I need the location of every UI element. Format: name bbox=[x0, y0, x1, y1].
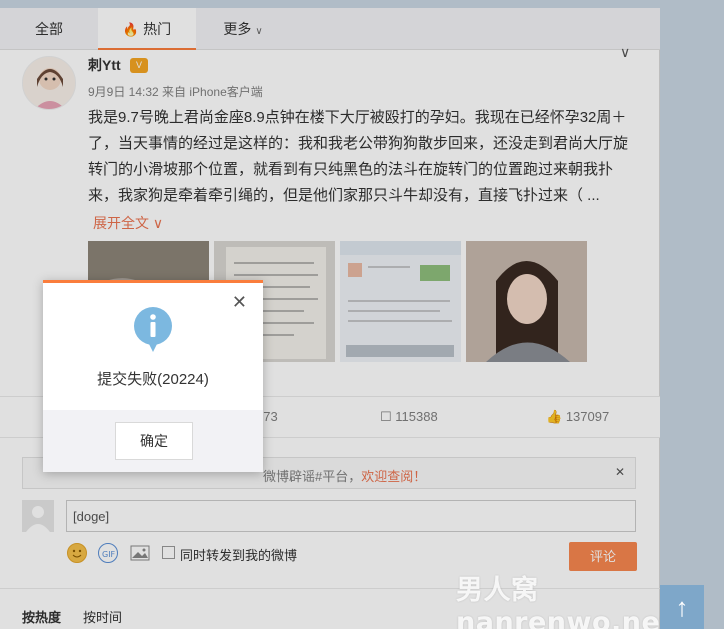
dialog-footer: 确定 bbox=[43, 410, 263, 472]
close-icon[interactable]: ✕ bbox=[232, 293, 247, 311]
dialog-message: 提交失败(20224) bbox=[97, 371, 209, 388]
confirm-button[interactable]: 确定 bbox=[115, 422, 193, 460]
info-icon bbox=[132, 306, 174, 354]
error-dialog: ✕ 提交失败(20224) 确定 bbox=[43, 280, 263, 472]
back-to-top-icon[interactable]: ↑ bbox=[660, 585, 704, 629]
